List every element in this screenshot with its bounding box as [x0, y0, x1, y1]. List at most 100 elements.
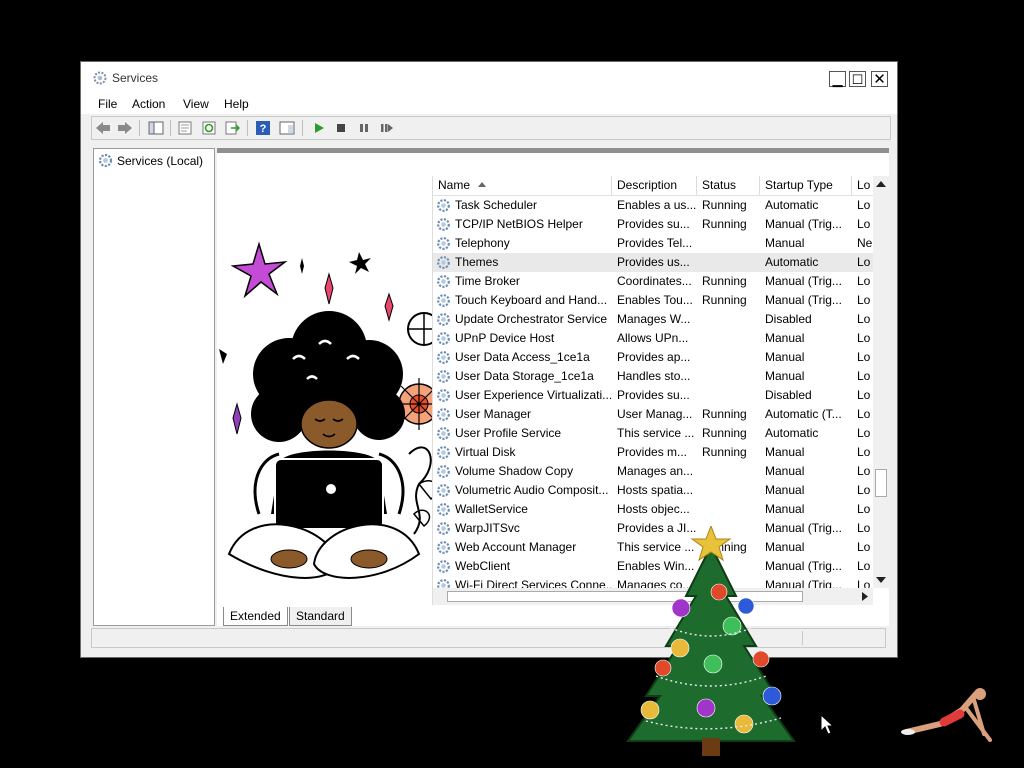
cell-name: Virtual Disk — [455, 445, 516, 459]
vertical-scroll-thumb[interactable] — [875, 469, 887, 497]
table-row[interactable]: Task Scheduler Enables a us... Running Auto… — [433, 196, 873, 215]
cell-logon: Lo — [857, 502, 871, 516]
restart-service-icon[interactable] — [378, 120, 396, 136]
cell-name: Volume Shadow Copy — [455, 464, 574, 478]
table-row[interactable]: User Data Storage_1ce1a Handles sto... Man… — [433, 367, 873, 386]
cell-description: Hosts spatia... — [617, 483, 694, 497]
tab-standard[interactable]: Standard — [289, 607, 352, 626]
minimize-button[interactable]: ▁ — [829, 71, 846, 87]
cell-name: Touch Keyboard and Hand... — [455, 293, 608, 307]
cell-description: Enables Tou... — [617, 293, 693, 307]
cell-startup: Manual — [765, 483, 805, 497]
table-row[interactable]: Themes Provides us... Automatic Lo — [433, 253, 873, 272]
start-service-icon[interactable] — [310, 120, 328, 136]
stop-service-icon[interactable] — [332, 120, 350, 136]
scroll-right-icon[interactable] — [860, 591, 870, 602]
cell-status: Running — [702, 426, 747, 440]
close-button[interactable]: ✕ — [871, 71, 888, 87]
cell-startup: Manual — [765, 350, 805, 364]
gear-icon — [93, 71, 107, 85]
show-hide-tree-icon[interactable] — [147, 120, 165, 136]
table-row[interactable]: User Data Access_1ce1a Provides ap... Manu… — [433, 348, 873, 367]
table-row[interactable]: UPnP Device Host Allows UPn... Manual Lo — [433, 329, 873, 348]
cell-name: User Data Access_1ce1a — [455, 350, 590, 364]
cell-description: Manages W... — [617, 312, 691, 326]
cell-status — [702, 348, 761, 367]
service-gear-icon — [437, 427, 450, 440]
table-row[interactable]: TCP/IP NetBIOS Helper Provides su... Runni… — [433, 215, 873, 234]
cell-status: Running — [702, 293, 747, 307]
table-row[interactable]: Telephony Provides Tel... Manual Ne — [433, 234, 873, 253]
table-row[interactable]: Time Broker Coordinates... Running Manual (… — [433, 272, 873, 291]
table-row[interactable]: User Manager User Manag... Running Automati… — [433, 405, 873, 424]
cell-status — [702, 234, 761, 253]
cell-description: Handles sto... — [617, 369, 691, 383]
table-row[interactable]: Touch Keyboard and Hand... Enables Tou...… — [433, 291, 873, 310]
window-title: Services — [112, 71, 159, 85]
service-gear-icon — [437, 218, 450, 231]
cell-startup: Manual — [765, 236, 805, 250]
cell-startup: Manual — [765, 445, 805, 459]
cell-logon: Lo — [857, 312, 871, 326]
cell-name: WalletService — [455, 502, 528, 516]
cell-status — [702, 462, 761, 481]
column-header-status[interactable]: Status — [697, 176, 760, 195]
cell-status: Running — [702, 445, 747, 459]
cell-description: Provides Tel... — [617, 236, 693, 250]
refresh-icon[interactable] — [200, 120, 218, 136]
cell-name: User Experience Virtualizati... — [455, 388, 613, 402]
mouse-cursor-icon — [820, 714, 834, 735]
cell-logon: Lo — [857, 445, 871, 459]
service-gear-icon — [437, 541, 450, 554]
vertical-scrollbar[interactable] — [873, 176, 889, 588]
menu-action[interactable]: Action — [132, 97, 165, 111]
table-row[interactable]: Volumetric Audio Composit... Hosts spatia… — [433, 481, 873, 500]
cell-startup: Manual — [765, 331, 805, 345]
table-row[interactable]: Volume Shadow Copy Manages an... Manual Lo — [433, 462, 873, 481]
menu-view[interactable]: View — [183, 97, 209, 111]
toolbar: ? — [91, 116, 891, 140]
column-header-description[interactable]: Description — [612, 176, 697, 195]
menu-file[interactable]: File — [98, 97, 117, 111]
cell-logon: Lo — [857, 521, 871, 535]
table-row[interactable]: Virtual Disk Provides m... Running Manual Lo — [433, 443, 873, 462]
service-gear-icon — [437, 199, 450, 212]
back-arrow-icon[interactable] — [94, 120, 112, 136]
cell-name: Web Account Manager — [455, 540, 577, 554]
menu-help[interactable]: Help — [224, 97, 249, 111]
table-row[interactable]: WalletService Hosts objec... Manual Lo — [433, 500, 873, 519]
cell-startup: Manual (Trig... — [765, 293, 842, 307]
column-header-startup-type[interactable]: Startup Type — [760, 176, 852, 195]
scroll-up-icon[interactable] — [876, 181, 886, 187]
column-header-log-on-as[interactable]: Lo — [852, 176, 873, 195]
column-header-name[interactable]: Name — [433, 176, 612, 195]
service-gear-icon — [437, 522, 450, 535]
maximize-button[interactable]: ☐ — [849, 71, 866, 87]
scroll-down-icon[interactable] — [876, 577, 886, 583]
cell-status: Running — [702, 274, 747, 288]
table-row[interactable]: User Experience Virtualizati... Provides … — [433, 386, 873, 405]
tree-item-services-local[interactable]: Services (Local) — [98, 153, 203, 168]
cell-description: Allows UPn... — [617, 331, 689, 345]
cell-logon: Lo — [857, 198, 871, 212]
properties-icon[interactable] — [176, 120, 194, 136]
service-gear-icon — [437, 465, 450, 478]
service-gear-icon — [437, 237, 450, 250]
cell-logon: Lo — [857, 293, 871, 307]
title-bar[interactable]: Services ▁ ☐ ✕ — [81, 62, 897, 92]
tab-extended[interactable]: Extended — [223, 607, 288, 626]
pause-service-icon[interactable] — [355, 120, 373, 136]
help-icon[interactable]: ? — [254, 120, 272, 136]
cell-status: Running — [702, 198, 747, 212]
forward-arrow-icon[interactable] — [116, 120, 134, 136]
cell-startup: Automatic (T... — [765, 407, 842, 421]
cell-status — [702, 253, 761, 272]
cell-description: Provides m... — [617, 445, 688, 459]
table-row[interactable]: Update Orchestrator Service Manages W... D… — [433, 310, 873, 329]
cell-name: User Profile Service — [455, 426, 562, 440]
cell-startup: Automatic — [765, 426, 819, 440]
cell-status — [702, 329, 761, 348]
console-pane-icon[interactable] — [278, 120, 296, 136]
table-row[interactable]: User Profile Service This service ... Runn… — [433, 424, 873, 443]
export-list-icon[interactable] — [223, 120, 241, 136]
